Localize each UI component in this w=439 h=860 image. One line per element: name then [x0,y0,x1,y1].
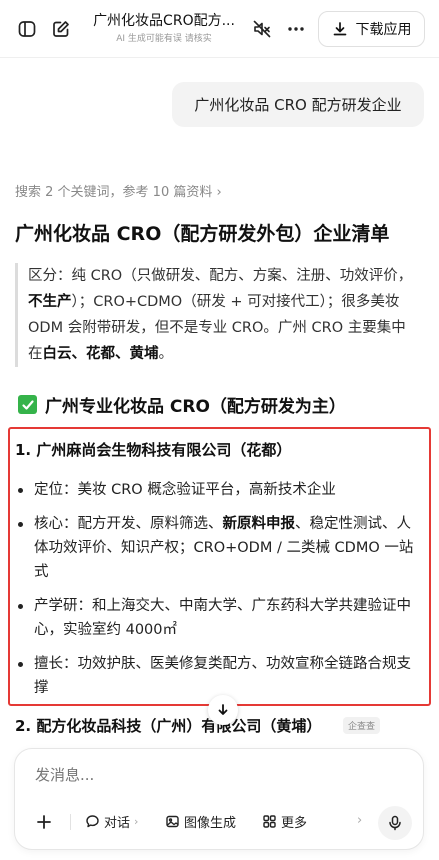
conversation-title[interactable]: 广州化妆品CRO配方... AI 生成可能有误 请核实 [84,12,244,46]
message-input[interactable] [35,766,395,784]
microphone-icon[interactable] [378,806,412,840]
chevron-right-icon: › [134,815,139,828]
chat-mode-button[interactable]: 对话 › [85,812,138,831]
ai-disclaimer: AI 生成可能有误 请核实 [116,34,212,44]
top-bar: 广州化妆品CRO配方... AI 生成可能有误 请核实 下载应用 [0,0,439,58]
note-text-3: 。 [158,346,174,362]
chat-app: 广州化妆品CRO配方... AI 生成可能有误 请核实 下载应用 广州化妆品 C… [0,0,439,860]
download-label: 下载应用 [355,22,412,38]
note-bold-2: 白云、花都、黄埔 [42,346,159,362]
section-title-text: 广州专业化妆品 CRO（配方研发为主） [45,397,346,417]
download-app-button[interactable]: 下载应用 [318,11,425,47]
list-item: 擅长：功效护肤、医美修复类配方、功效宣称全链路合规支撑 [16,652,421,700]
download-icon [332,21,348,37]
chat-mode-label: 对话 [104,816,131,831]
list-item: 核心：配方开发、原料筛选、新原料申报、稳定性测试、人体功效评价、知识产权；CRO… [16,512,421,584]
image-generation-label: 图像生成 [184,816,237,831]
source-badge[interactable]: 企查查 [343,717,381,734]
more-tools-label: 更多 [281,816,308,831]
user-message-bubble: 广州化妆品 CRO 配方研发企业 [172,82,424,127]
chevron-right-icon: › [216,185,222,200]
more-tools-button[interactable]: 更多 [262,812,307,831]
arrow-down-icon [216,703,230,717]
list-item: 定位：美妆 CRO 概念验证平台，高新技术企业 [16,478,421,502]
title-text: 广州化妆品CRO配方... [93,13,235,29]
image-icon [165,814,180,829]
bullet-text: 核心：配方开发、原料筛选、 [34,516,223,532]
bullet-text: 擅长：功效护肤、医美修复类配方、功效宣称全链路合规支撑 [34,656,411,696]
note-bold-1: 不生产 [28,294,72,310]
list-item: 产学研：和上海交大、中南大学、广东药科大学共建验证中心，实验室约 4000㎡ [16,594,421,642]
scroll-to-bottom-button[interactable] [208,695,238,725]
chevron-right-icon[interactable]: › [357,813,362,828]
toolbar-divider [70,814,71,830]
bullet-bold-text: 新原料申报 [222,516,296,532]
answer-title: 广州化妆品 CRO（配方研发外包）企业清单 [15,223,390,245]
check-mark-icon [18,395,37,414]
answer-note-blockquote: 区分：纯 CRO（只做研发、配方、方案、注册、功效评价，不生产）；CRO+CDM… [15,263,415,367]
new-chat-icon[interactable] [51,19,71,39]
note-text-1: 区分：纯 CRO（只做研发、配方、方案、注册、功效评价， [28,268,413,284]
search-references-link[interactable]: 搜索 2 个关键词，参考 10 篇资料 › [15,181,222,200]
company-2-title: 2. 配方化妆品科技（广州）有限公司（黄埔） [15,717,322,735]
composer-toolbar: 对话 › 图像生成 更多 › [15,806,425,840]
bullet-text: 产学研：和上海交大、中南大学、广东药科大学共建验证中心，实验室约 4000㎡ [34,598,411,638]
section-title: 广州专业化妆品 CRO（配方研发为主） [18,392,346,417]
bullet-text: 定位：美妆 CRO 概念验证平台，高新技术企业 [34,482,336,498]
message-composer: 对话 › 图像生成 更多 › [14,748,424,850]
plus-icon[interactable] [33,811,55,833]
sidebar-toggle-icon[interactable] [17,19,37,39]
company-1-title: 1. 广州麻尚会生物科技有限公司（花都） [15,441,292,459]
image-generation-button[interactable]: 图像生成 [165,812,236,831]
grid-icon [262,814,277,829]
speaker-muted-icon[interactable] [252,19,272,39]
more-dots-icon[interactable] [286,19,306,39]
chat-bubble-icon [85,814,100,829]
search-meta-text: 搜索 2 个关键词，参考 10 篇资料 [15,185,213,200]
company-1-details: 定位：美妆 CRO 概念验证平台，高新技术企业 核心：配方开发、原料筛选、新原料… [16,478,421,710]
